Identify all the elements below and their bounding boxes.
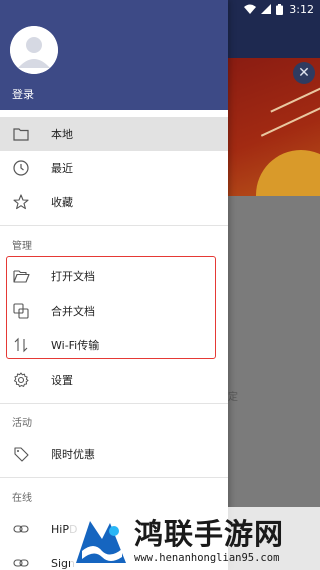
watermark: 鸿联手游网 www.henanhonglian95.com	[70, 507, 320, 570]
menu-item-favorites[interactable]: 收藏	[0, 185, 228, 219]
menu-item-label: 打开文档	[51, 270, 95, 283]
menu-item-recent[interactable]: 最近	[0, 151, 228, 185]
divider	[0, 403, 228, 404]
clock-icon	[12, 159, 30, 177]
watermark-logo-icon	[76, 521, 126, 563]
watermark-url: www.henanhonglian95.com	[134, 552, 280, 564]
status-time: 3:12	[289, 2, 314, 16]
link-icon	[12, 554, 30, 570]
avatar[interactable]	[10, 26, 58, 74]
menu-item-settings[interactable]: 设置	[0, 363, 228, 397]
merge-icon	[12, 302, 30, 320]
open-folder-icon	[12, 267, 30, 285]
star-icon	[12, 193, 30, 211]
menu-item-merge-document[interactable]: 合并文档	[0, 294, 228, 328]
background-partial-text: 定	[228, 392, 238, 403]
divider	[0, 477, 228, 478]
menu-item-open-document[interactable]: 打开文档	[0, 259, 228, 293]
login-link[interactable]: 登录	[12, 86, 34, 102]
menu-item-label: 收藏	[51, 196, 73, 209]
folder-icon	[12, 125, 30, 143]
menu-item-label: 设置	[51, 374, 73, 387]
menu-item-wifi-transfer[interactable]: Wi-Fi传输	[0, 328, 228, 362]
menu-item-label: 本地	[51, 128, 73, 141]
navigation-drawer: 登录 本地 最近 收藏 管理 打开文档 合并文档 Wi-Fi传输 设置 活动 限…	[0, 0, 228, 570]
gear-icon	[12, 371, 30, 389]
battery-icon	[276, 3, 284, 15]
watermark-title: 鸿联手游网	[134, 517, 285, 551]
transfer-icon	[12, 336, 30, 354]
menu-item-label: 最近	[51, 162, 73, 175]
tag-icon	[12, 445, 30, 463]
status-bar: 3:12	[0, 0, 320, 18]
menu-item-label: Wi-Fi传输	[51, 339, 100, 352]
section-label-online: 在线	[12, 493, 32, 504]
signal-icon	[261, 4, 272, 14]
link-icon	[12, 520, 30, 538]
menu-item-label: 合并文档	[51, 305, 95, 318]
close-icon[interactable]: ✕	[293, 62, 315, 84]
menu-item-local[interactable]: 本地	[0, 117, 228, 151]
menu-item-limited-offer[interactable]: 限时优惠	[0, 437, 228, 471]
user-icon	[10, 26, 58, 74]
divider	[0, 225, 228, 226]
section-label-manage: 管理	[12, 241, 32, 252]
section-label-activity: 活动	[12, 418, 32, 429]
screen: ✕ 定 3:12 登录 本地 最近 收藏 管理 打开文档 合并文档 Wi-Fi传…	[0, 0, 320, 570]
menu-item-label: 限时优惠	[51, 448, 95, 461]
wifi-icon	[244, 4, 257, 14]
